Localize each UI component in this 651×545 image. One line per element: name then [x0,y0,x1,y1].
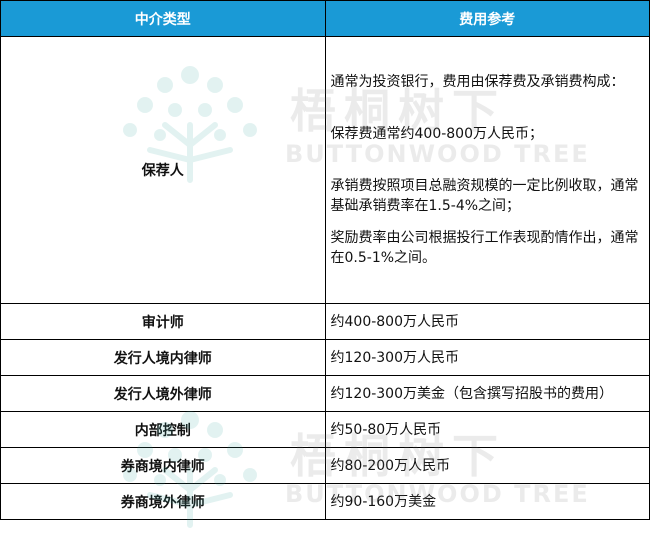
fee-line: 保荐费通常约400-800万人民币； [330,126,544,142]
table-row: 审计师 约400-800万人民币 [0,303,650,340]
row-type: 发行人境内律师 [0,339,326,376]
row-type: 保荐人 [0,36,326,304]
table-header-row: 中介类型 费用参考 [0,0,650,37]
row-type: 审计师 [0,303,326,340]
fee-reference-table: 中介类型 费用参考 保荐人 通常为投资银行，费用由保荐费及承销费构成： 保荐费通… [0,0,650,520]
table-row: 发行人境内律师 约120-300万人民币 [0,339,650,376]
table-row: 券商境内律师 约80-200万人民币 [0,447,650,484]
row-fee: 约400-800万人民币 [324,303,650,340]
header-fee-reference: 费用参考 [324,0,650,37]
row-fee: 约50-80万人民币 [324,411,650,448]
row-fee: 约120-300万人民币 [324,339,650,376]
row-fee: 通常为投资银行，费用由保荐费及承销费构成： 保荐费通常约400-800万人民币；… [324,36,650,304]
fee-line: 承销费按照项目总融资规模的一定比例收取，通常基础承销费率在1.5-4%之间； [330,178,639,214]
table-row: 券商境外律师 约90-160万美金 [0,483,650,520]
fee-line: 通常为投资银行，费用由保荐费及承销费构成： [330,74,625,90]
table-row: 保荐人 通常为投资银行，费用由保荐费及承销费构成： 保荐费通常约400-800万… [0,36,650,304]
row-type: 发行人境外律师 [0,375,326,412]
table-row: 发行人境外律师 约120-300万美金（包含撰写招股书的费用） [0,375,650,412]
row-fee: 约90-160万美金 [324,483,650,520]
fee-line: 奖励费率由公司根据投行工作表现酌情作出，通常在0.5-1%之间。 [330,230,639,266]
header-intermediary-type: 中介类型 [0,0,326,37]
row-type: 券商境外律师 [0,483,326,520]
row-type: 券商境内律师 [0,447,326,484]
row-fee: 约120-300万美金（包含撰写招股书的费用） [324,375,650,412]
table-row: 内部控制 约50-80万人民币 [0,411,650,448]
row-fee: 约80-200万人民币 [324,447,650,484]
row-type: 内部控制 [0,411,326,448]
